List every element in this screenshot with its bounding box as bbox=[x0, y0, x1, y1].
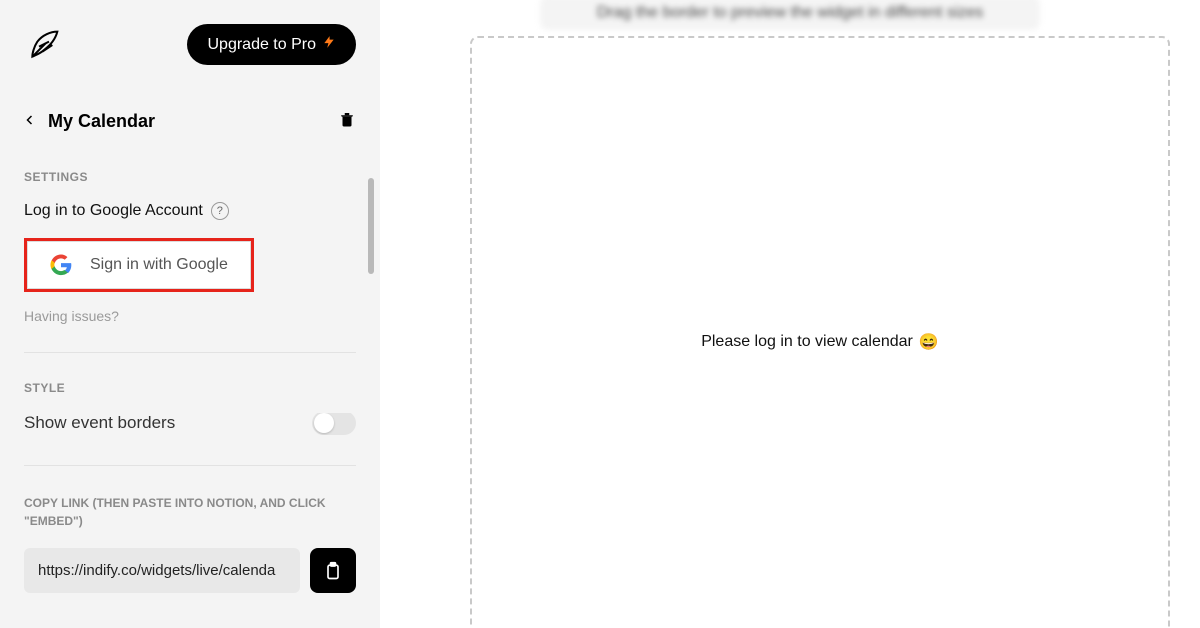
show-borders-label: Show event borders bbox=[24, 413, 175, 433]
delete-button[interactable] bbox=[338, 109, 356, 134]
back-chevron-icon[interactable] bbox=[24, 112, 36, 132]
smile-emoji-icon: 😄 bbox=[919, 332, 939, 352]
copy-link-button[interactable] bbox=[310, 548, 356, 593]
google-signin-label: Sign in with Google bbox=[90, 256, 228, 274]
having-issues-link[interactable]: Having issues? bbox=[24, 308, 356, 324]
title-row: My Calendar bbox=[24, 109, 356, 134]
main-preview-area: Drag the border to preview the widget in… bbox=[380, 0, 1200, 628]
resize-hint: Drag the border to preview the widget in… bbox=[540, 0, 1040, 30]
feather-icon bbox=[24, 25, 64, 65]
sidebar: Upgrade to Pro My Calendar bbox=[0, 0, 380, 628]
sidebar-scrollbar-thumb[interactable] bbox=[368, 178, 374, 274]
divider bbox=[24, 465, 356, 466]
upgrade-label: Upgrade to Pro bbox=[207, 36, 316, 54]
app-logo[interactable] bbox=[24, 25, 64, 65]
help-icon[interactable]: ? bbox=[211, 202, 229, 220]
page-title: My Calendar bbox=[48, 111, 155, 132]
bolt-icon bbox=[322, 34, 336, 55]
google-icon bbox=[50, 254, 72, 276]
preview-message-text: Please log in to view calendar bbox=[701, 333, 913, 351]
preview-login-message: Please log in to view calendar 😄 bbox=[701, 332, 939, 352]
login-label: Log in to Google Account bbox=[24, 202, 203, 220]
settings-panel: SETTINGS Log in to Google Account ? bbox=[24, 170, 356, 628]
settings-section-label: SETTINGS bbox=[24, 170, 356, 184]
upgrade-button[interactable]: Upgrade to Pro bbox=[187, 24, 356, 65]
copy-section-label: COPY LINK (THEN PASTE INTO NOTION, AND C… bbox=[24, 494, 356, 530]
style-section-label: STYLE bbox=[24, 381, 356, 395]
divider bbox=[24, 352, 356, 353]
login-setting-title: Log in to Google Account ? bbox=[24, 202, 356, 220]
google-signin-highlight: Sign in with Google bbox=[24, 238, 254, 292]
show-borders-row: Show event borders bbox=[24, 413, 356, 435]
sidebar-top-row: Upgrade to Pro bbox=[24, 24, 356, 65]
trash-icon bbox=[338, 109, 356, 129]
embed-link-input[interactable] bbox=[24, 548, 300, 593]
show-borders-toggle[interactable] bbox=[312, 413, 356, 435]
clipboard-icon bbox=[323, 560, 343, 582]
google-signin-button[interactable]: Sign in with Google bbox=[27, 241, 251, 289]
widget-preview-frame[interactable]: Please log in to view calendar 😄 bbox=[470, 36, 1170, 628]
copy-link-row bbox=[24, 548, 356, 593]
